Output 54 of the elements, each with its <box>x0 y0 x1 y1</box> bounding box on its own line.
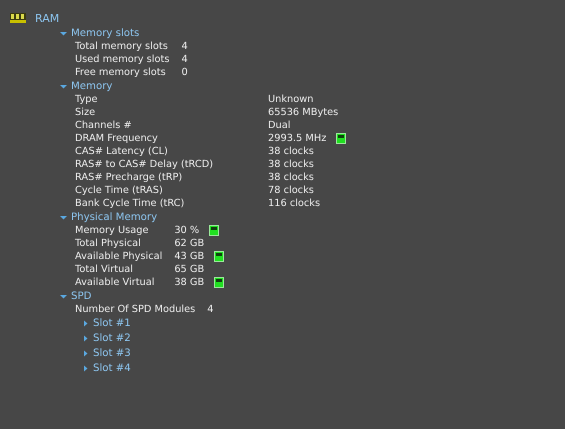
section-header[interactable]: Memory <box>60 79 112 93</box>
expand-arrow-icon <box>82 365 89 372</box>
property-value: 65 GB <box>174 263 204 276</box>
property-label: Total memory slots <box>75 40 169 53</box>
property-value: 0 <box>181 66 188 79</box>
collapse-arrow-icon <box>60 30 67 36</box>
property-value: 116 clocks <box>268 197 320 210</box>
property-value: 65536 MBytes <box>268 106 338 119</box>
property-value: 4 <box>181 40 188 53</box>
property-label: Memory Usage <box>75 224 150 237</box>
property-value: 78 clocks <box>268 184 314 197</box>
property-label: CAS# Latency (CL) <box>75 145 169 158</box>
property-label: Bank Cycle Time (tRC) <box>75 197 186 210</box>
section-header[interactable]: Physical Memory <box>60 210 158 224</box>
property-label: Available Physical <box>75 250 162 263</box>
property-label: DRAM Frequency <box>75 132 159 145</box>
property-label: Total Physical <box>75 237 142 250</box>
property-value: 4 <box>181 53 188 66</box>
property-value: 38 clocks <box>268 145 314 158</box>
property-label: Used memory slots <box>75 53 170 66</box>
expand-arrow-icon <box>82 320 89 327</box>
section-header[interactable]: SPD <box>60 289 92 303</box>
collapse-arrow-icon <box>60 292 67 300</box>
tree-item[interactable]: Slot #2 <box>82 331 131 346</box>
section-header[interactable]: Memory slots <box>60 26 140 40</box>
tree-item[interactable]: Slot #3 <box>82 346 131 361</box>
category-title: RAM <box>35 12 60 24</box>
collapse-arrow-icon <box>60 214 67 220</box>
property-value: 43 GB <box>174 250 204 263</box>
property-value: 62 GB <box>174 237 204 250</box>
property-value: Unknown <box>268 93 314 106</box>
property-label: Channels # <box>75 119 133 132</box>
property-label: Available Virtual <box>75 276 156 289</box>
property-label: Cycle Time (tRAS) <box>75 184 164 197</box>
tree-item[interactable]: Slot #1 <box>82 316 131 331</box>
tree-item[interactable]: Slot #4 <box>82 361 131 376</box>
property-label: Free memory slots <box>75 66 167 79</box>
property-value: 30 % <box>174 224 200 237</box>
property-value: 38 GB <box>174 276 204 289</box>
property-label: RAS# to CAS# Delay (tRCD) <box>75 158 214 171</box>
property-label: Size <box>75 106 96 119</box>
memory-module-icon <box>10 13 26 23</box>
expand-arrow-icon <box>82 350 89 357</box>
property-label: Number Of SPD Modules <box>75 303 196 316</box>
expand-arrow-icon <box>82 335 89 342</box>
property-label: Total Virtual <box>75 263 134 276</box>
property-value: 2993.5 MHz <box>268 132 326 145</box>
property-label: Type <box>75 93 99 106</box>
property-value: 4 <box>207 303 214 316</box>
collapse-arrow-icon <box>60 82 67 90</box>
property-value: 38 clocks <box>268 158 314 171</box>
property-label: RAS# Precharge (tRP) <box>75 171 184 184</box>
property-value: 38 clocks <box>268 171 314 184</box>
property-value: Dual <box>268 119 290 132</box>
